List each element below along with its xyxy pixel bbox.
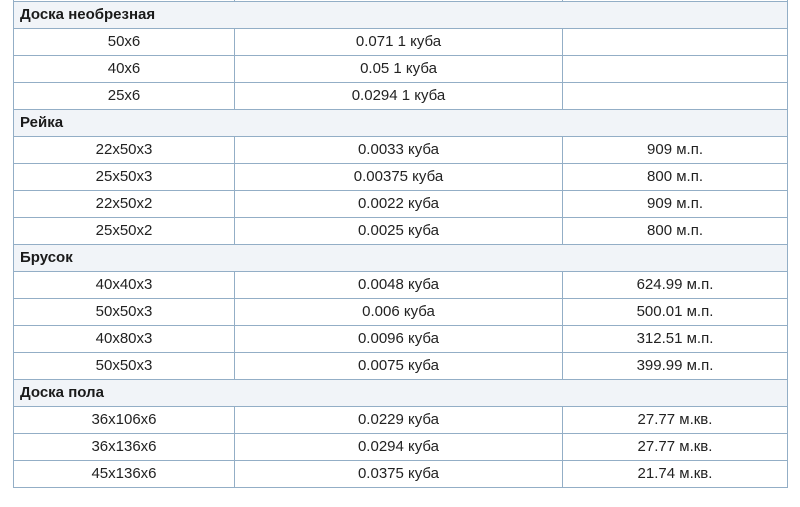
- cell-length: 624.99 м.п.: [562, 271, 788, 299]
- section-title: Рейка: [13, 109, 788, 137]
- table-row: 25x6 0.0294 1 куба: [13, 82, 788, 110]
- table-row: 50x6 0.071 1 куба: [13, 28, 788, 56]
- cell-size: 36x106x6: [13, 406, 235, 434]
- cell-size: 50x6: [13, 28, 235, 56]
- cell-volume: 0.0022 куба: [234, 190, 563, 218]
- cell-length: 800 м.п.: [562, 163, 788, 191]
- table-row: 22x50x3 0.0033 куба 909 м.п.: [13, 136, 788, 164]
- cell-volume: 0.0048 куба: [234, 271, 563, 299]
- section-title: Доска необрезная: [13, 1, 788, 29]
- cell-volume: 0.0033 куба: [234, 136, 563, 164]
- cell-length: 27.77 м.кв.: [562, 406, 788, 434]
- cell-volume: 0.0375 куба: [234, 460, 563, 488]
- cell-volume: 0.006 куба: [234, 298, 563, 326]
- section-header-row: Рейка: [13, 109, 788, 137]
- cell-size: 40x40x3: [13, 271, 235, 299]
- cell-size: 25x6: [13, 82, 235, 110]
- section-title: Доска пола: [13, 379, 788, 407]
- cell-size: 22x50x2: [13, 190, 235, 218]
- lumber-table-body: Доска необрезная 50x6 0.071 1 куба 40x6 …: [13, 0, 788, 488]
- table-row: 22x50x2 0.0022 куба 909 м.п.: [13, 190, 788, 218]
- section-title: Брусок: [13, 244, 788, 272]
- cell-length: 312.51 м.п.: [562, 325, 788, 353]
- cell-volume: 0.071 1 куба: [234, 28, 563, 56]
- cell-length: 800 м.п.: [562, 217, 788, 245]
- cell-length: 21.74 м.кв.: [562, 460, 788, 488]
- cell-volume: 0.0025 куба: [234, 217, 563, 245]
- table-row: 36x136x6 0.0294 куба 27.77 м.кв.: [13, 433, 788, 461]
- cell-length: [562, 55, 788, 83]
- table-row: 45x136x6 0.0375 куба 21.74 м.кв.: [13, 460, 788, 488]
- cell-length: [562, 28, 788, 56]
- cell-volume: 0.0229 куба: [234, 406, 563, 434]
- cell-length: 27.77 м.кв.: [562, 433, 788, 461]
- table-row: 40x40x3 0.0048 куба 624.99 м.п.: [13, 271, 788, 299]
- section-header-row: Доска необрезная: [13, 1, 788, 29]
- cell-length: 909 м.п.: [562, 190, 788, 218]
- cell-length: 500.01 м.п.: [562, 298, 788, 326]
- cell-length: 399.99 м.п.: [562, 352, 788, 380]
- table-row: 25x50x2 0.0025 куба 800 м.п.: [13, 217, 788, 245]
- table-row: 50x50x3 0.006 куба 500.01 м.п.: [13, 298, 788, 326]
- cell-volume: 0.0075 куба: [234, 352, 563, 380]
- cell-size: 22x50x3: [13, 136, 235, 164]
- lumber-table-container: Доска необрезная 50x6 0.071 1 куба 40x6 …: [13, 0, 788, 488]
- cell-volume: 0.0294 1 куба: [234, 82, 563, 110]
- cell-size: 40x80x3: [13, 325, 235, 353]
- table-row: 36x106x6 0.0229 куба 27.77 м.кв.: [13, 406, 788, 434]
- table-row: 40x80x3 0.0096 куба 312.51 м.п.: [13, 325, 788, 353]
- section-header-row: Доска пола: [13, 379, 788, 407]
- cell-size: 25x50x3: [13, 163, 235, 191]
- table-row: 50x50x3 0.0075 куба 399.99 м.п.: [13, 352, 788, 380]
- table-row: 25x50x3 0.00375 куба 800 м.п.: [13, 163, 788, 191]
- lumber-table: Доска необрезная 50x6 0.071 1 куба 40x6 …: [13, 0, 788, 488]
- section-header-row: Брусок: [13, 244, 788, 272]
- cell-size: 25x50x2: [13, 217, 235, 245]
- cell-volume: 0.05 1 куба: [234, 55, 563, 83]
- cell-length: [562, 82, 788, 110]
- cell-length: 909 м.п.: [562, 136, 788, 164]
- cell-size: 40x6: [13, 55, 235, 83]
- cell-size: 50x50x3: [13, 298, 235, 326]
- cell-size: 45x136x6: [13, 460, 235, 488]
- cell-volume: 0.0096 куба: [234, 325, 563, 353]
- cell-volume: 0.0294 куба: [234, 433, 563, 461]
- table-row: 40x6 0.05 1 куба: [13, 55, 788, 83]
- cell-size: 36x136x6: [13, 433, 235, 461]
- cell-volume: 0.00375 куба: [234, 163, 563, 191]
- cell-size: 50x50x3: [13, 352, 235, 380]
